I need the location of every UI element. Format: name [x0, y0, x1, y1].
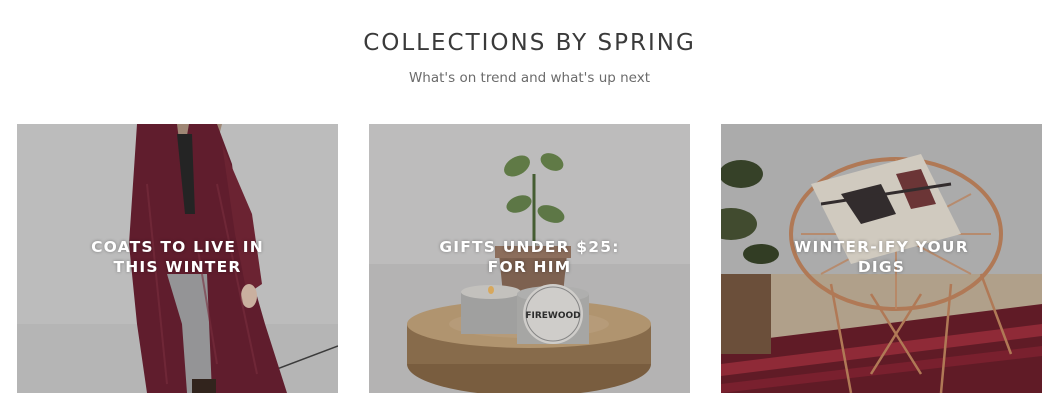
collection-label-line2: DIGS: [857, 258, 906, 276]
collection-label-line1: WINTER-IFY YOUR: [794, 238, 969, 256]
section-subtitle: What's on trend and what's up next: [408, 70, 651, 86]
collection-label: COATS TO LIVE IN THIS WINTER: [17, 237, 338, 277]
collection-label-line1: GIFTS UNDER $25:: [439, 238, 620, 256]
collection-card-home[interactable]: WINTER-IFY YOUR DIGS: [721, 124, 1042, 393]
collection-label: GIFTS UNDER $25: FOR HIM: [369, 237, 690, 277]
collection-card-coats[interactable]: COATS TO LIVE IN THIS WINTER: [17, 124, 338, 393]
section-title: COLLECTIONS BY SPRING: [363, 30, 696, 56]
collection-label-line1: COATS TO LIVE IN: [91, 238, 264, 256]
collection-label: WINTER-IFY YOUR DIGS: [721, 237, 1042, 277]
collection-label-line2: THIS WINTER: [113, 258, 242, 276]
collection-card-gifts[interactable]: FIREWOOD GIFTS UNDER $25: FOR HIM: [369, 124, 690, 393]
collection-label-line2: FOR HIM: [487, 258, 572, 276]
